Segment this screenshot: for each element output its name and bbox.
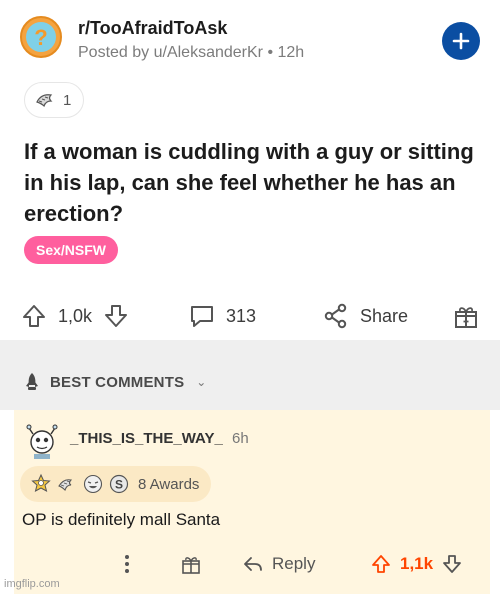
- gift-icon: [182, 557, 200, 574]
- comment-give-award-button[interactable]: [180, 544, 202, 584]
- post-header: ? r/TooAfraidToAsk Posted by u/Aleksande…: [20, 16, 480, 72]
- comment-time: 6h: [232, 430, 249, 447]
- plus-icon: [452, 32, 470, 50]
- post-award-count: 1: [63, 91, 72, 109]
- upvote-arrow-icon[interactable]: [370, 553, 392, 575]
- comment-card: _THIS_IS_THE_WAY_ 6h S 8 Awards OP is de…: [0, 410, 500, 594]
- comment-vote-group: 1,1k: [370, 544, 463, 584]
- comment-action-bar: Reply 1,1k: [14, 544, 490, 584]
- laughing-face-award-icon: [83, 474, 103, 494]
- watermark: imgflip.com: [4, 578, 60, 590]
- comment-awards-count: 8 Awards: [138, 475, 200, 493]
- subreddit-name[interactable]: r/TooAfraidToAsk: [78, 18, 227, 39]
- join-plus-button[interactable]: [442, 22, 480, 60]
- post-vote-score: 1,0k: [58, 305, 93, 326]
- award-icon: [36, 94, 53, 108]
- post-award-chip[interactable]: 1: [24, 82, 85, 118]
- comment-sort-selector[interactable]: BEST COMMENTS ⌄: [0, 354, 500, 410]
- vote-group: 1,0k: [20, 296, 130, 336]
- subreddit-avatar-icon[interactable]: ?: [20, 16, 62, 58]
- comment-author[interactable]: _THIS_IS_THE_WAY_: [70, 430, 223, 447]
- comments-button[interactable]: 313: [188, 296, 256, 336]
- gift-icon: [455, 307, 477, 328]
- share-button[interactable]: Share: [322, 296, 408, 336]
- reply-arrow-icon: [244, 557, 262, 571]
- chevron-down-icon: ⌄: [196, 375, 207, 389]
- downvote-arrow-icon[interactable]: [102, 302, 130, 330]
- post-title[interactable]: If a woman is cuddling with a guy or sit…: [24, 136, 484, 229]
- silver-award-icon: S: [109, 474, 129, 494]
- share-icon: [324, 303, 347, 329]
- posted-by-text: Posted by u/AleksanderKr • 12h: [78, 44, 305, 61]
- svg-text:?: ?: [34, 25, 47, 50]
- sort-label: BEST COMMENTS: [50, 373, 185, 391]
- comment-count: 313: [226, 305, 257, 326]
- comment-awards-chip[interactable]: S 8 Awards: [20, 466, 212, 502]
- comment-vote-score: 1,1k: [400, 554, 434, 573]
- upvote-arrow-icon[interactable]: [20, 302, 48, 330]
- rocket-icon: [26, 373, 38, 390]
- reply-label: Reply: [272, 554, 316, 573]
- downvote-arrow-icon[interactable]: [441, 553, 463, 575]
- hands-award-icon: [58, 479, 73, 492]
- post-action-bar: 1,0k 313 Share: [0, 296, 500, 336]
- give-award-button[interactable]: [452, 296, 480, 336]
- comment-more-button[interactable]: [116, 544, 138, 584]
- post-flair[interactable]: Sex/NSFW: [24, 236, 119, 264]
- share-label: Share: [360, 305, 409, 326]
- comment-reply-button[interactable]: Reply: [242, 544, 315, 584]
- commenter-avatar[interactable]: [24, 418, 60, 460]
- gold-award-icon: [31, 473, 51, 492]
- comment-bubble-icon: [191, 306, 213, 327]
- more-vertical-icon: [125, 555, 129, 573]
- section-divider: [0, 340, 500, 354]
- svg-text:S: S: [115, 478, 123, 492]
- comment-body: OP is definitely mall Santa: [22, 510, 221, 529]
